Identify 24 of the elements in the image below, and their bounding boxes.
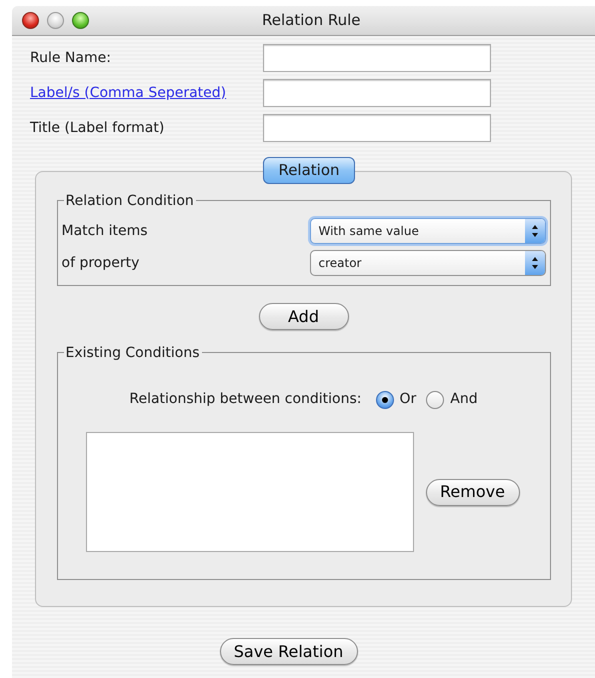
select-dropdown[interactable]: creator (310, 250, 546, 276)
radio-option[interactable]: And (426, 389, 478, 410)
minimize-icon[interactable] (47, 12, 64, 29)
field-label-link[interactable]: Label/s (Comma Seperated) (30, 82, 263, 104)
text-field[interactable] (263, 114, 491, 142)
field-label: Title (Label format) (30, 118, 166, 138)
relation-tab[interactable]: Relation (263, 157, 355, 184)
remove-button[interactable]: Remove (426, 478, 520, 506)
text-field[interactable] (263, 79, 491, 107)
zoom-icon[interactable] (72, 12, 89, 29)
stepper-arrows-icon (524, 219, 544, 243)
close-icon[interactable] (22, 12, 39, 29)
add-button[interactable]: Add (258, 303, 348, 330)
row-label: Match items (62, 222, 148, 240)
field-label: Rule Name: (30, 48, 112, 68)
select-dropdown[interactable]: With same value (310, 218, 546, 244)
relationship-label: Relationship between conditions: (129, 390, 362, 409)
radio-option[interactable]: Or (376, 389, 416, 410)
window-title: Relation Rule (262, 10, 360, 32)
text-field[interactable] (263, 44, 491, 72)
stepper-arrows-icon (524, 251, 544, 275)
save-relation-button[interactable]: Save Relation (220, 638, 358, 665)
conditions-list[interactable] (86, 432, 414, 552)
row-label: of property (62, 254, 140, 272)
